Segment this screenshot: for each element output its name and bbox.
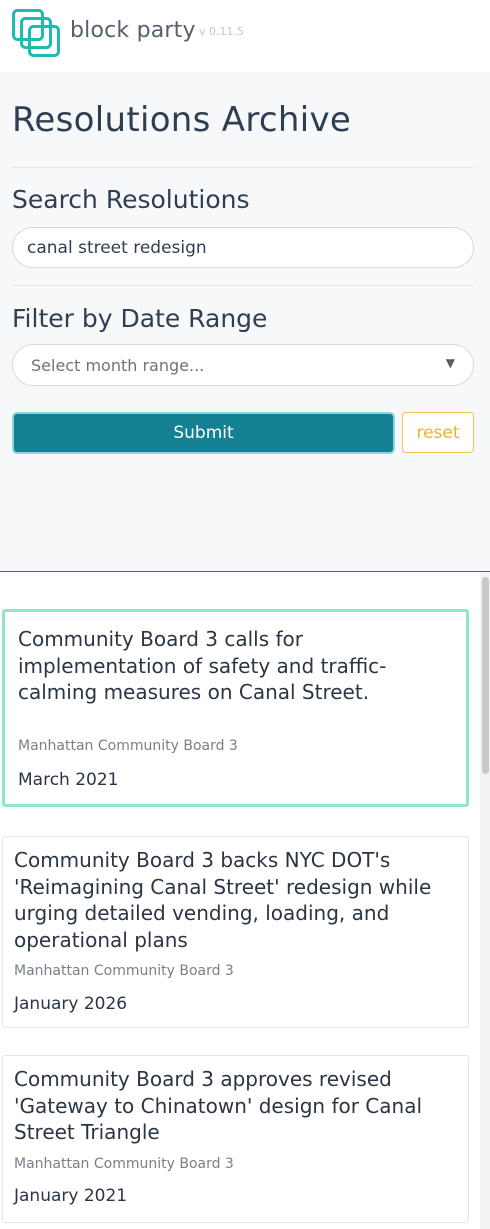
result-title: Community Board 3 backs NYC DOT's 'Reima…: [14, 848, 432, 952]
result-board: Manhattan Community Board 3: [14, 963, 234, 979]
result-date: March 2021: [18, 770, 119, 790]
date-range-label: Filter by Date Range: [12, 304, 268, 333]
result-board: Manhattan Community Board 3: [18, 738, 238, 754]
scrollbar-thumb[interactable]: [482, 577, 489, 774]
search-label: Search Resolutions: [12, 185, 250, 214]
submit-button[interactable]: Submit: [12, 412, 395, 454]
results-list[interactable]: Community Board 3 calls for implementati…: [0, 573, 490, 1229]
result-title: Community Board 3 approves revised 'Gate…: [14, 1067, 423, 1144]
result-card[interactable]: Community Board 3 backs NYC DOT's 'Reima…: [2, 836, 469, 1028]
result-date: January 2026: [14, 994, 128, 1014]
reset-button[interactable]: reset: [402, 412, 474, 453]
result-card[interactable]: Community Board 3 approves revised 'Gate…: [2, 1055, 469, 1223]
result-title: Community Board 3 calls for implementati…: [18, 627, 387, 704]
app-version: v 0.11.5: [199, 25, 244, 38]
scrollbar-track[interactable]: [480, 573, 490, 1229]
logo-icon[interactable]: [12, 9, 60, 57]
divider: [12, 167, 474, 168]
search-input[interactable]: [12, 227, 474, 268]
app-name: block party: [70, 18, 196, 43]
month-range-placeholder: Select month range...: [31, 356, 205, 375]
result-date: January 2021: [14, 1186, 128, 1206]
chevron-down-icon: ▼: [445, 356, 455, 370]
search-panel: Resolutions Archive Search Resolutions F…: [0, 72, 490, 572]
result-board: Manhattan Community Board 3: [14, 1156, 234, 1172]
app-header: block party v 0.11.5: [0, 0, 490, 72]
result-card[interactable]: Community Board 3 calls for implementati…: [2, 609, 469, 807]
month-range-select[interactable]: Select month range... ▼: [12, 344, 474, 386]
divider: [12, 285, 474, 286]
page-title: Resolutions Archive: [12, 100, 352, 140]
